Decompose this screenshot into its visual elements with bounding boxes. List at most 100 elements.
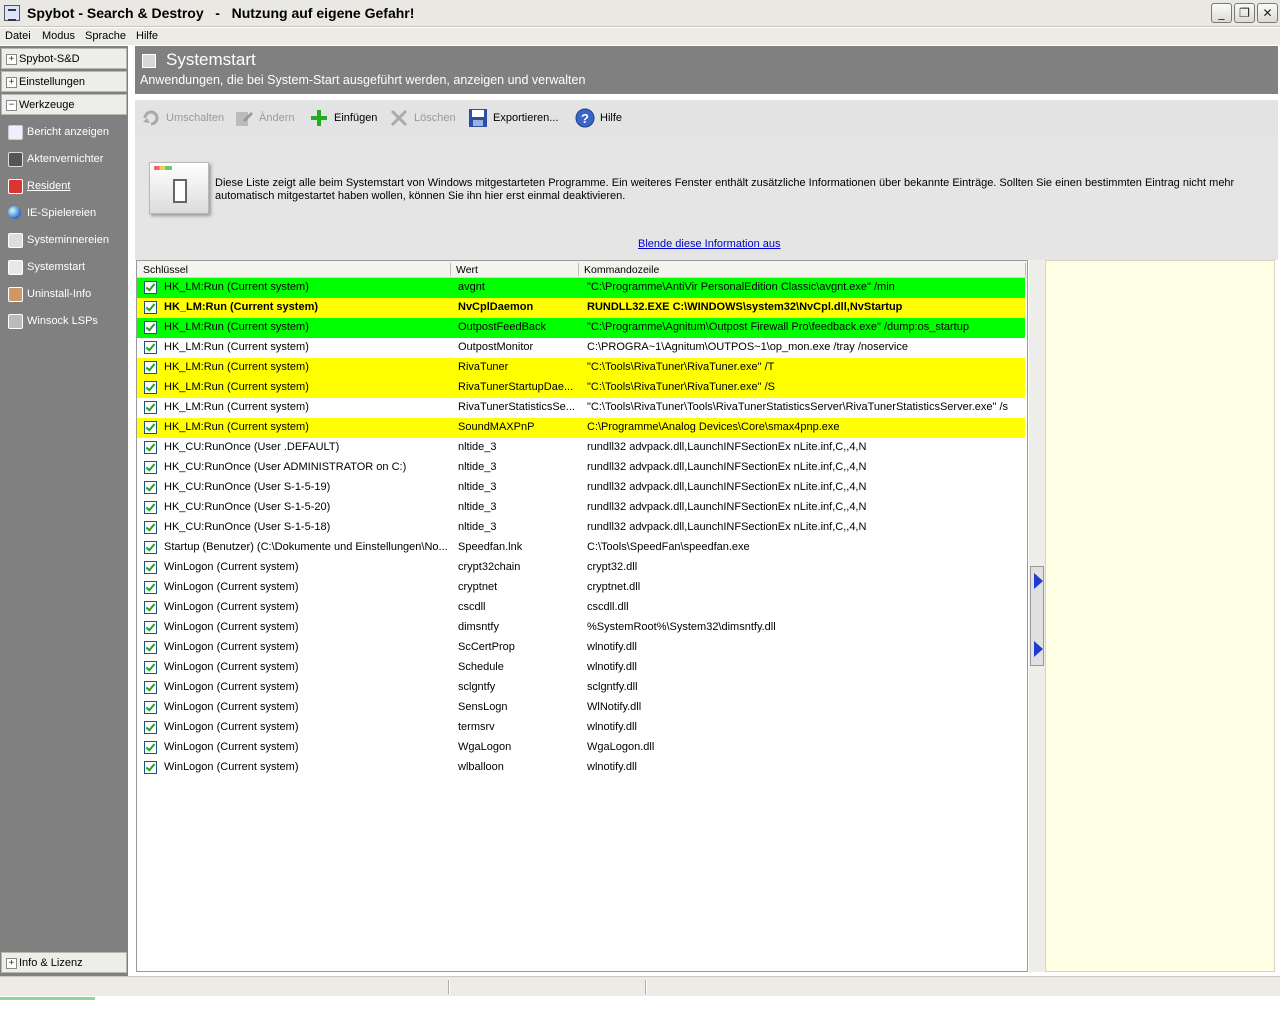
column-header-command[interactable]: Kommandozeile xyxy=(584,264,659,276)
title-bar[interactable]: Spybot - Search & Destroy - Nutzung auf … xyxy=(0,0,1280,27)
table-row[interactable]: WinLogon (Current system) termsrv wlnotify… xyxy=(137,718,1025,738)
row-checkbox[interactable] xyxy=(144,701,157,714)
table-row[interactable]: WinLogon (Current system) WgaLogon WgaLogo… xyxy=(137,738,1025,758)
table-row[interactable]: HK_LM:Run (Current system) OutpostMonitor… xyxy=(137,338,1025,358)
menu-sprache[interactable]: Sprache xyxy=(85,30,126,42)
menu-modus[interactable]: Modus xyxy=(42,30,75,42)
sidebar-item-systeminnereien[interactable]: Systeminnereien xyxy=(8,232,128,250)
table-row[interactable]: HK_LM:Run (Current system) OutpostFeedBac… xyxy=(137,318,1025,338)
cell-value: cscdll xyxy=(458,601,486,613)
table-row[interactable]: WinLogon (Current system) SensLogn WlNotif… xyxy=(137,698,1025,718)
hide-info-link[interactable]: Blende diese Information aus xyxy=(638,238,780,250)
sidebar-item-bericht[interactable]: Bericht anzeigen xyxy=(8,124,128,142)
sidebar-item-systemstart[interactable]: Systemstart xyxy=(8,259,128,277)
table-row[interactable]: HK_LM:Run (Current system) RivaTunerStart… xyxy=(137,378,1025,398)
minimize-button[interactable]: _ xyxy=(1211,3,1232,23)
row-checkbox[interactable] xyxy=(144,721,157,734)
section-spybot-label: Spybot-S&D xyxy=(19,53,80,65)
close-button[interactable]: ✕ xyxy=(1257,3,1278,23)
table-row[interactable]: WinLogon (Current system) wlballoon wlnoti… xyxy=(137,758,1025,778)
arrow-right-icon[interactable] xyxy=(1034,641,1043,657)
sidebar-item-winsock[interactable]: Winsock LSPs xyxy=(8,313,128,331)
row-checkbox[interactable] xyxy=(144,461,157,474)
column-header-key[interactable]: Schlüssel xyxy=(143,264,188,276)
cell-command: C:\PROGRA~1\Agnitum\OUTPOS~1\op_mon.exe … xyxy=(587,341,908,353)
sidebar-item-aktenvernichter[interactable]: Aktenvernichter xyxy=(8,151,128,169)
cell-value: nltide_3 xyxy=(458,441,497,453)
row-checkbox[interactable] xyxy=(144,541,157,554)
help-button[interactable]: ? Hilfe xyxy=(575,106,627,130)
section-einstellungen[interactable]: + Einstellungen xyxy=(1,71,127,92)
table-row[interactable]: HK_CU:RunOnce (User S-1-5-19) nltide_3 run… xyxy=(137,478,1025,498)
table-row[interactable]: HK_LM:Run (Current system) SoundMAXPnP C:\… xyxy=(137,418,1025,438)
section-spybot[interactable]: + Spybot-S&D xyxy=(1,48,127,69)
sidebar-item-label: Resident xyxy=(27,180,71,192)
arrow-right-icon[interactable] xyxy=(1034,573,1043,589)
row-checkbox[interactable] xyxy=(144,661,157,674)
maximize-button[interactable]: ❐ xyxy=(1234,3,1255,23)
table-row[interactable]: HK_CU:RunOnce (User S-1-5-18) nltide_3 run… xyxy=(137,518,1025,538)
sidebar-item-uninstall-info[interactable]: Uninstall-Info xyxy=(8,286,128,304)
row-checkbox[interactable] xyxy=(144,341,157,354)
splitter-grip[interactable] xyxy=(1030,566,1044,666)
row-checkbox[interactable] xyxy=(144,381,157,394)
column-header-value[interactable]: Wert xyxy=(456,264,478,276)
table-row[interactable]: HK_LM:Run (Current system) RivaTunerStati… xyxy=(137,398,1025,418)
edit-button[interactable]: Ändern xyxy=(234,106,304,130)
row-checkbox[interactable] xyxy=(144,601,157,614)
menu-datei[interactable]: Datei xyxy=(5,30,31,42)
section-info-lizenz[interactable]: + Info & Lizenz xyxy=(1,952,127,973)
cell-key: HK_CU:RunOnce (User S-1-5-20) xyxy=(164,501,331,513)
column-divider[interactable] xyxy=(578,263,579,276)
row-checkbox[interactable] xyxy=(144,281,157,294)
sidebar-item-resident[interactable]: Resident xyxy=(8,178,128,196)
table-row[interactable]: WinLogon (Current system) Schedule wlnotif… xyxy=(137,658,1025,678)
column-divider[interactable] xyxy=(450,263,451,276)
row-checkbox[interactable] xyxy=(144,641,157,654)
table-row[interactable]: WinLogon (Current system) dimsntfy %System… xyxy=(137,618,1025,638)
row-checkbox[interactable] xyxy=(144,741,157,754)
table-row[interactable]: Startup (Benutzer) (C:\Dokumente und Ein… xyxy=(137,538,1025,558)
row-checkbox[interactable] xyxy=(144,501,157,514)
table-row[interactable]: WinLogon (Current system) cscdll cscdll.dl… xyxy=(137,598,1025,618)
cell-value: wlballoon xyxy=(458,761,504,773)
table-row[interactable]: HK_LM:Run (Current system) RivaTuner "C:\T… xyxy=(137,358,1025,378)
menu-hilfe[interactable]: Hilfe xyxy=(136,30,158,42)
sidebar-item-ie-spielereien[interactable]: IE-Spielereien xyxy=(8,205,128,223)
cell-value: avgnt xyxy=(458,281,485,293)
row-checkbox[interactable] xyxy=(144,361,157,374)
row-checkbox[interactable] xyxy=(144,621,157,634)
table-row[interactable]: WinLogon (Current system) crypt32chain cry… xyxy=(137,558,1025,578)
row-checkbox[interactable] xyxy=(144,581,157,594)
row-checkbox[interactable] xyxy=(144,481,157,494)
table-row[interactable]: WinLogon (Current system) ScCertProp wlnot… xyxy=(137,638,1025,658)
section-werkzeuge[interactable]: − Werkzeuge xyxy=(1,94,127,115)
row-checkbox[interactable] xyxy=(144,761,157,774)
row-checkbox[interactable] xyxy=(144,421,157,434)
table-row[interactable]: HK_CU:RunOnce (User ADMINISTRATOR on C:)… xyxy=(137,458,1025,478)
row-checkbox[interactable] xyxy=(144,321,157,334)
table-row[interactable]: HK_CU:RunOnce (User .DEFAULT) nltide_3 run… xyxy=(137,438,1025,458)
row-checkbox[interactable] xyxy=(144,561,157,574)
cell-key: WinLogon (Current system) xyxy=(164,681,299,693)
column-divider[interactable] xyxy=(1025,263,1026,276)
table-row[interactable]: HK_LM:Run (Current system) NvCplDaemon RUN… xyxy=(137,298,1025,318)
cell-key: HK_LM:Run (Current system) xyxy=(164,341,309,353)
row-checkbox[interactable] xyxy=(144,401,157,414)
table-row[interactable]: HK_CU:RunOnce (User S-1-5-20) nltide_3 run… xyxy=(137,498,1025,518)
row-checkbox[interactable] xyxy=(144,521,157,534)
row-checkbox[interactable] xyxy=(144,441,157,454)
panel-splitter[interactable] xyxy=(1029,260,1045,972)
delete-icon xyxy=(389,108,409,128)
export-button[interactable]: Exportieren... xyxy=(468,106,568,130)
insert-button[interactable]: Einfügen xyxy=(309,106,385,130)
toggle-button-label: Umschalten xyxy=(166,112,225,124)
toggle-button[interactable]: Umschalten xyxy=(141,106,231,130)
row-checkbox[interactable] xyxy=(144,301,157,314)
table-row[interactable]: WinLogon (Current system) sclgntfy sclgntf… xyxy=(137,678,1025,698)
row-checkbox[interactable] xyxy=(144,681,157,694)
cell-command: cscdll.dll xyxy=(587,601,629,613)
table-row[interactable]: HK_LM:Run (Current system) avgnt "C:\Progr… xyxy=(137,278,1025,298)
table-row[interactable]: WinLogon (Current system) cryptnet cryptne… xyxy=(137,578,1025,598)
delete-button[interactable]: Löschen xyxy=(389,106,461,130)
